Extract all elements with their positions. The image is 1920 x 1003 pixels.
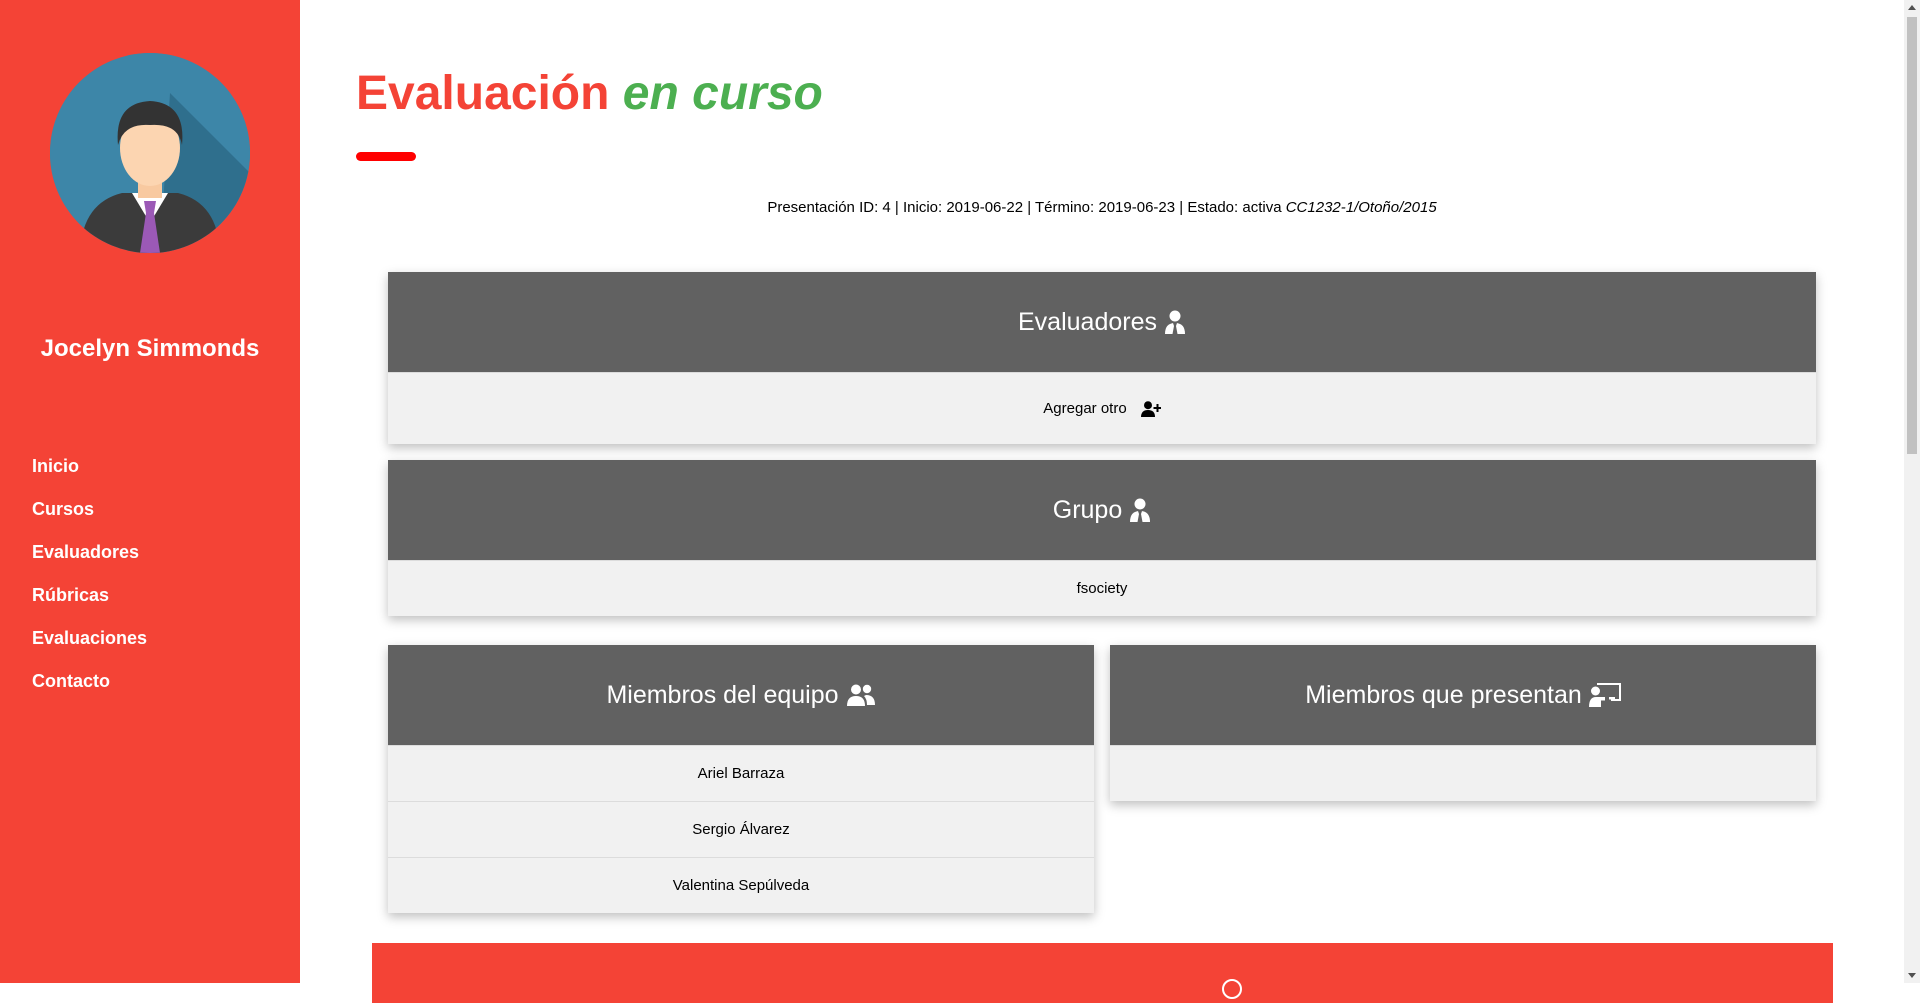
main-nav: Inicio Cursos Evaluadores Rúbricas Evalu… (32, 455, 147, 713)
team-member: Sergio Álvarez (388, 801, 1094, 857)
presenting-members-title: Miembros que presentan (1305, 680, 1582, 709)
page-title-main: Evaluación (356, 67, 610, 120)
avatar (50, 53, 250, 253)
main-content: Evaluación en curso Presentación ID: 4 |… (300, 0, 1904, 1003)
nav-item-inicio[interactable]: Inicio (32, 455, 147, 498)
nav-item-rubricas[interactable]: Rúbricas (32, 584, 147, 627)
nav-item-contacto[interactable]: Contacto (32, 670, 147, 713)
course-code: CC1232-1/Otoño/2015 (1285, 199, 1437, 216)
nav-item-cursos[interactable]: Cursos (32, 498, 147, 541)
team-members-card: Miembros del equipo Ariel Barraza Sergio… (388, 645, 1094, 913)
users-icon (846, 684, 876, 706)
grupo-card: Grupo fsociety (388, 460, 1816, 616)
page-scrollbar[interactable] (1904, 0, 1920, 983)
presentation-info: Presentación ID: 4 | Inicio: 2019-06-22 … (300, 199, 1904, 216)
page-title-accent: en curso (622, 67, 823, 120)
evaluadores-header: Evaluadores (388, 272, 1816, 372)
clock-icon (1222, 979, 1242, 999)
presentation-info-text: Presentación ID: 4 | Inicio: 2019-06-22 … (767, 199, 1282, 216)
bottom-section-banner (372, 943, 1833, 1003)
user-plus-icon[interactable] (1140, 400, 1161, 417)
scroll-up-arrow-icon[interactable] (1908, 5, 1916, 10)
nav-item-evaluadores[interactable]: Evaluadores (32, 541, 147, 584)
team-member: Valentina Sepúlveda (388, 857, 1094, 913)
user-tie-icon (1164, 310, 1186, 334)
grupo-header: Grupo (388, 460, 1816, 560)
evaluadores-card: Evaluadores Agregar otro (388, 272, 1816, 444)
team-members-header: Miembros del equipo (388, 645, 1094, 745)
chalkboard-teacher-icon (1588, 683, 1621, 707)
presenting-members-header: Miembros que presentan (1110, 645, 1816, 745)
sidebar: Jocelyn Simmonds Inicio Cursos Evaluador… (0, 0, 300, 983)
title-underline (356, 152, 416, 161)
avatar-image (50, 53, 250, 253)
scrollbar-thumb[interactable] (1907, 17, 1917, 454)
grupo-title: Grupo (1052, 495, 1123, 524)
team-members-title: Miembros del equipo (606, 680, 839, 709)
add-evaluador-button[interactable]: Agregar otro (388, 372, 1816, 444)
page-title: Evaluación en curso (356, 66, 823, 121)
team-member: Ariel Barraza (388, 745, 1094, 801)
nav-item-evaluaciones[interactable]: Evaluaciones (32, 627, 147, 670)
user-name: Jocelyn Simmonds (40, 335, 260, 362)
evaluadores-title: Evaluadores (1018, 307, 1157, 336)
presenting-members-card: Miembros que presentan (1110, 645, 1816, 801)
user-tie-icon (1129, 498, 1151, 522)
group-name: fsociety (388, 560, 1816, 616)
add-evaluador-label: Agregar otro (1043, 400, 1127, 417)
scroll-down-arrow-icon[interactable] (1908, 973, 1916, 978)
presenting-members-list (1110, 745, 1816, 801)
